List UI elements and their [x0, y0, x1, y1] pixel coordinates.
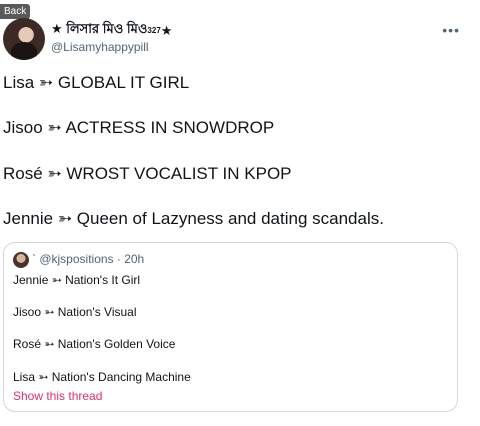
quoted-line-4: Lisa ➳ Nation's Dancing Machine [13, 370, 191, 384]
author-handle[interactable]: @Lisamyhappypill [51, 40, 149, 54]
quoted-line-2: Jisoo ➳ Nation's Visual [13, 305, 137, 319]
author-avatar[interactable] [3, 18, 45, 60]
author-display-name[interactable]: ★ লিসার মিও মিও 327 ★ [51, 20, 172, 41]
back-button[interactable]: Back [0, 4, 31, 19]
quoted-line-1: Jennie ➳ Nation's It Girl [13, 273, 141, 287]
display-name-sup: 327 [147, 26, 161, 35]
quoted-line-3: Rosé ➳ Nation's Golden Voice [13, 337, 176, 351]
tweet-line-1: Lisa ➳ GLOBAL IT GIRL [3, 73, 190, 92]
show-thread-link[interactable]: Show this thread [13, 389, 102, 403]
tweet-line-3: Rosé ➳ WROST VOCALIST IN KPOP [3, 164, 292, 183]
more-icon[interactable]: ••• [442, 22, 460, 38]
quoted-avatar [13, 252, 29, 268]
display-name-suffix: ★ [160, 22, 173, 38]
display-name-text: ★ লিসার মিও মিও [51, 21, 148, 36]
tweet-line-2: Jisoo ➳ ACTRESS IN SNOWDROP [3, 118, 275, 137]
quoted-meta: ` @kjspositions · 20h [32, 252, 145, 266]
tweet-line-4: Jennie ➳ Queen of Lazyness and dating sc… [3, 209, 384, 228]
quoted-tweet[interactable]: ` @kjspositions · 20h Jennie ➳ Nation's … [3, 242, 458, 412]
